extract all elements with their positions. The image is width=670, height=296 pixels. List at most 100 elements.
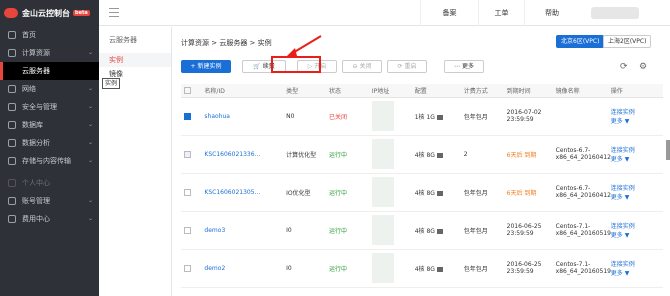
stop-label: 关闭	[359, 63, 372, 70]
instance-type: I0	[283, 249, 326, 288]
select-all-checkbox[interactable]	[181, 84, 202, 98]
disk-icon	[436, 266, 443, 272]
more-actions-dropdown[interactable]: 更多 ▼	[611, 192, 663, 201]
gear-icon[interactable]: ⚙	[639, 62, 647, 72]
row-checkbox[interactable]	[181, 97, 202, 136]
more-button[interactable]: ⋯ 更多	[444, 60, 484, 73]
stop-button[interactable]: ⊖ 关闭	[342, 60, 382, 73]
status-badge: 运行中	[325, 135, 369, 174]
column-header: 配置	[411, 84, 461, 98]
connect-instance-link[interactable]: 连接实例	[611, 145, 663, 154]
user-icon	[8, 179, 16, 187]
brand-name: 金山云控制台	[22, 8, 70, 18]
column-header: 计费方式	[460, 84, 504, 98]
top-bar: 备案 工单 帮助 ▼	[99, 0, 670, 26]
main-content: 计算资源 > 云服务器 > 实例 北京6区(VPC) 上海2区(VPC) + 新…	[172, 27, 670, 296]
row-checkbox[interactable]	[181, 135, 202, 174]
database-icon	[8, 121, 16, 129]
billing: 包年包月	[460, 211, 504, 250]
config: 1核 1G	[411, 97, 461, 136]
row-checkbox[interactable]	[181, 173, 202, 212]
table-row: shaohua N0 已关闭 1核 1G 包年包月 2016-07-02 23:…	[181, 97, 663, 136]
more-actions-dropdown[interactable]: 更多 ▼	[611, 230, 663, 239]
instance-type: 计算优化型	[283, 135, 326, 174]
sidebar-item-label: 数据分析	[22, 139, 50, 147]
config: 4核 8G	[411, 135, 461, 174]
ip-address	[368, 211, 412, 250]
more-actions-dropdown[interactable]: 更多 ▼	[611, 268, 663, 277]
chevron-down-icon: ⌄	[87, 157, 93, 164]
expire-time: 6天后 到期	[503, 135, 553, 174]
user-menu[interactable]	[591, 7, 639, 19]
instance-name-link[interactable]: demo2	[201, 249, 284, 288]
status-badge: 运行中	[325, 211, 369, 250]
connect-instance-link[interactable]: 连接实例	[611, 221, 663, 230]
ip-address	[368, 173, 412, 212]
beta-badge: beta	[73, 10, 90, 16]
instance-name-link[interactable]: demo3	[201, 211, 284, 250]
ticket-link[interactable]: 工单	[478, 0, 524, 26]
brand-logo[interactable]: 金山云控制台 beta	[0, 0, 99, 26]
restart-label: 重启	[404, 63, 417, 70]
connect-instance-link[interactable]: 连接实例	[611, 259, 663, 268]
sidebar-item-compute[interactable]: 计算资源 ⌄	[0, 44, 99, 62]
region-beijing6-button[interactable]: 北京6区(VPC)	[556, 35, 605, 48]
actions: 连接实例 更多 ▼	[607, 135, 663, 174]
status-badge: 运行中	[325, 173, 369, 212]
home-icon	[8, 31, 16, 39]
sidebar-item-label: 个人中心	[22, 179, 50, 187]
actions: 连接实例 更多 ▼	[607, 173, 663, 212]
instance-name-link[interactable]: shaohua	[201, 97, 284, 136]
account-icon	[8, 197, 16, 205]
instance-type: IO优化型	[283, 173, 326, 212]
sidebar-item-storage[interactable]: 存储与内容传输 ⌄	[0, 152, 99, 170]
restart-button[interactable]: ⟳ 重启	[387, 60, 427, 73]
disk-icon	[436, 114, 443, 120]
connect-instance-link[interactable]: 连接实例	[611, 107, 663, 116]
highlight-box	[271, 56, 321, 73]
ip-address	[368, 97, 412, 136]
new-instance-button[interactable]: + 新建实例	[181, 60, 231, 73]
table-row: KSC1606021336... 计算优化型 运行中 4核 8G 2 6天后 到…	[181, 135, 663, 174]
sidebar-item-billing[interactable]: 费用中心 ⌄	[0, 210, 99, 228]
column-header: IP地址	[368, 84, 412, 98]
table-row: demo3 I0 运行中 4核 8G 包年包月 2016-06-25 23:59…	[181, 211, 663, 250]
record-link[interactable]: 备案	[420, 0, 478, 26]
help-link[interactable]: 帮助	[524, 0, 579, 26]
sidebar-item-network[interactable]: 网络 ⌄	[0, 80, 99, 98]
sidebar-item-database[interactable]: 数据库 ⌄	[0, 116, 99, 134]
row-checkbox[interactable]	[181, 249, 202, 288]
refresh-icon[interactable]: ⟳	[620, 62, 628, 72]
sidebar-item-label: 安全与管理	[22, 103, 57, 111]
more-actions-dropdown[interactable]: 更多 ▼	[611, 116, 663, 125]
config: 4核 8G	[411, 249, 461, 288]
billing: 2	[460, 135, 504, 174]
sidebar-item-home[interactable]: 首页	[0, 26, 99, 44]
sidebar-item-personal-center: 个人中心	[0, 174, 99, 192]
instance-name-link[interactable]: KSC1606021336...	[201, 135, 284, 174]
sidebar-item-cloud-server[interactable]: 云服务器	[0, 62, 99, 80]
region-shanghai2-button[interactable]: 上海2区(VPC)	[603, 35, 652, 48]
connect-instance-link[interactable]: 连接实例	[611, 183, 663, 192]
sidebar-item-security[interactable]: 安全与管理 ⌄	[0, 98, 99, 116]
sidebar-item-label: 账号管理	[22, 197, 50, 205]
sidebar-item-analytics[interactable]: 数据分析 ⌄	[0, 134, 99, 152]
menu-icon[interactable]	[109, 8, 119, 17]
sidebar: 金山云控制台 beta 首页 计算资源 ⌄ 云服务器 网络 ⌄ 安全与管理 ⌄ 数据库…	[0, 0, 99, 296]
instance-name-link[interactable]: KSC1606021305...	[201, 173, 284, 212]
scrollbar[interactable]	[666, 140, 670, 160]
subnav-item-instances[interactable]: 实例	[99, 53, 171, 67]
subnav-header: 云服务器	[109, 36, 137, 44]
row-checkbox[interactable]	[181, 211, 202, 250]
annotation-arrow-icon	[287, 35, 322, 56]
sidebar-item-account[interactable]: 账号管理 ⌄	[0, 192, 99, 210]
config: 4核 8G	[411, 173, 461, 212]
status-badge: 已关闭	[325, 97, 369, 136]
disk-icon	[436, 190, 443, 196]
table-row: demo2 I0 运行中 4核 8G 包年包月 2016-06-25 23:59…	[181, 249, 663, 288]
config: 4核 8G	[411, 211, 461, 250]
ip-address	[368, 249, 412, 288]
more-actions-dropdown[interactable]: 更多 ▼	[611, 154, 663, 163]
cart-icon: 🛒	[253, 63, 263, 70]
sidebar-item-label: 网络	[22, 85, 36, 93]
